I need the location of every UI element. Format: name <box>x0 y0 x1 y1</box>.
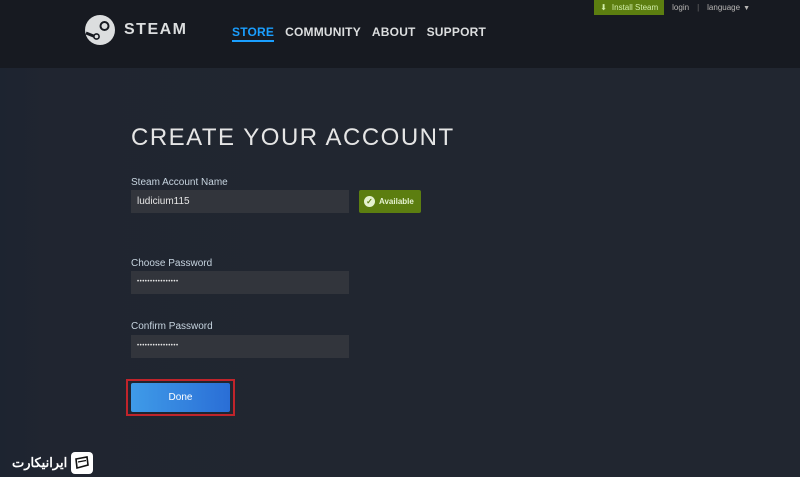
language-dropdown[interactable]: language ▼ <box>707 3 750 12</box>
global-actions: ⬇ Install Steam login | language ▼ <box>594 0 750 15</box>
confirm-password-input[interactable]: •••••••••••••••• <box>131 335 349 358</box>
page-title: CREATE YOUR ACCOUNT <box>131 124 455 151</box>
done-button[interactable]: Done <box>131 383 230 412</box>
download-icon: ⬇ <box>600 3 607 12</box>
available-badge: ✓ Available <box>359 190 421 213</box>
watermark-text: ایرانیکارت <box>12 455 68 470</box>
account-name-label: Steam Account Name <box>131 177 228 188</box>
nav-store[interactable]: STORE <box>232 24 275 42</box>
site-header: STEAM STORE COMMUNITY ABOUT SUPPORT ⬇ In… <box>0 0 800 68</box>
watermark: ایرانیکارت <box>12 452 94 474</box>
language-label: language <box>707 3 741 12</box>
nav-community[interactable]: COMMUNITY <box>285 24 361 42</box>
available-label: Available <box>379 197 414 206</box>
choose-password-label: Choose Password <box>131 258 213 269</box>
confirm-password-label: Confirm Password <box>131 321 213 332</box>
install-steam-button[interactable]: ⬇ Install Steam <box>594 0 665 15</box>
nav-about[interactable]: ABOUT <box>372 24 416 42</box>
nav-support[interactable]: SUPPORT <box>427 24 486 42</box>
install-steam-label: Install Steam <box>611 3 659 12</box>
choose-password-input[interactable]: •••••••••••••••• <box>131 271 349 294</box>
main-nav: STORE COMMUNITY ABOUT SUPPORT <box>232 24 497 42</box>
caret-down-icon: ▼ <box>743 5 750 12</box>
logo-text: STEAM <box>124 21 188 38</box>
card-logo-icon <box>71 452 94 474</box>
topbar-separator: | <box>697 3 700 12</box>
steam-logo-icon <box>85 15 115 45</box>
account-name-input[interactable]: ludicium115 <box>131 190 349 213</box>
steam-logo[interactable]: STEAM <box>84 14 188 46</box>
login-link[interactable]: login <box>672 3 689 12</box>
check-icon: ✓ <box>364 196 375 207</box>
